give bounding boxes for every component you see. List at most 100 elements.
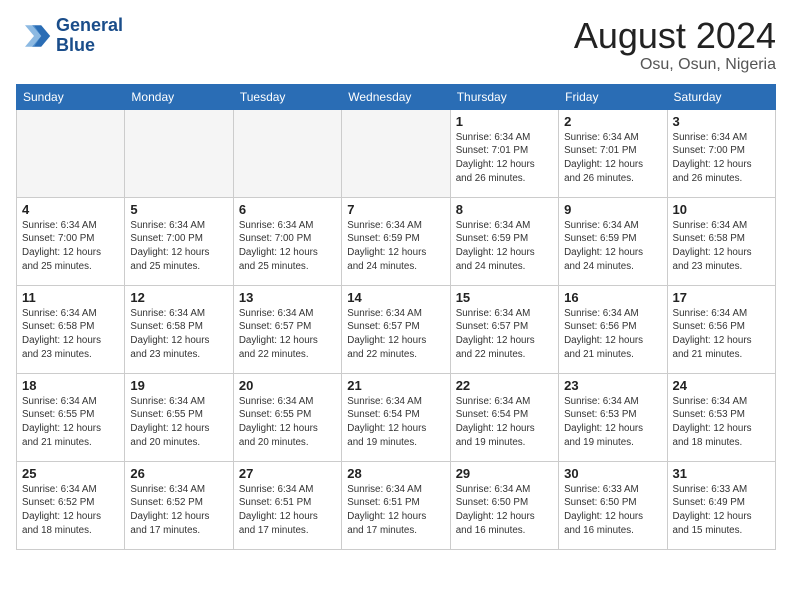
day-info: Sunrise: 6:34 AM Sunset: 6:54 PM Dayligh… [456, 395, 553, 450]
day-number: 7 [347, 202, 444, 217]
day-info: Sunrise: 6:34 AM Sunset: 6:54 PM Dayligh… [347, 395, 444, 450]
day-number: 23 [564, 378, 661, 393]
day-info: Sunrise: 6:34 AM Sunset: 7:00 PM Dayligh… [673, 131, 770, 186]
calendar-cell: 29Sunrise: 6:34 AM Sunset: 6:50 PM Dayli… [450, 461, 558, 549]
day-number: 30 [564, 466, 661, 481]
calendar-cell: 23Sunrise: 6:34 AM Sunset: 6:53 PM Dayli… [559, 373, 667, 461]
calendar-cell: 4Sunrise: 6:34 AM Sunset: 7:00 PM Daylig… [17, 197, 125, 285]
day-number: 24 [673, 378, 770, 393]
month-title: August 2024 [574, 16, 776, 56]
logo-text: General Blue [56, 16, 123, 56]
day-number: 4 [22, 202, 119, 217]
calendar-cell: 3 Sunrise: 6:34 AM Sunset: 7:00 PM Daylig… [667, 109, 775, 197]
day-number: 3 [673, 114, 770, 129]
week-row-2: 4 Sunrise: 6:34 AM Sunset: 7:00 PM Daylig… [17, 197, 776, 285]
week-row-5: 25 Sunrise: 6:34 AM Sunset: 6:52 PM Dayli… [17, 461, 776, 549]
calendar-cell: 17 Sunrise: 6:34 AM Sunset: 6:56 PM Dayli… [667, 285, 775, 373]
day-number: 1 [456, 114, 553, 129]
logo: General Blue [16, 16, 123, 56]
day-info: Sunrise: 6:34 AM Sunset: 6:56 PM Dayligh… [673, 307, 770, 362]
day-number: 29 [456, 466, 553, 481]
calendar-cell: 27 Sunrise: 6:34 AM Sunset: 6:51 PM Dayli… [233, 461, 341, 549]
calendar-cell: 16 Sunrise: 6:34 AM Sunset: 6:56 PM Dayli… [559, 285, 667, 373]
calendar-cell: 21 Sunrise: 6:34 AM Sunset: 6:54 PM Dayli… [342, 373, 450, 461]
calendar-cell: 26Sunrise: 6:34 AM Sunset: 6:52 PM Dayli… [125, 461, 233, 549]
title-block: August 2024 Osu, Osun, Nigeria [574, 16, 776, 74]
calendar-cell [342, 109, 450, 197]
calendar-table: SundayMondayTuesdayWednesdayThursdayFrid… [16, 84, 776, 550]
calendar-cell: 6 Sunrise: 6:34 AM Sunset: 7:00 PM Daylig… [233, 197, 341, 285]
day-number: 12 [130, 290, 227, 305]
col-header-monday: Monday [125, 84, 233, 109]
calendar-cell: 25 Sunrise: 6:34 AM Sunset: 6:52 PM Dayli… [17, 461, 125, 549]
calendar-cell: 14Sunrise: 6:34 AM Sunset: 6:57 PM Dayli… [342, 285, 450, 373]
day-number: 13 [239, 290, 336, 305]
day-number: 31 [673, 466, 770, 481]
day-number: 16 [564, 290, 661, 305]
day-number: 8 [456, 202, 553, 217]
calendar-cell [17, 109, 125, 197]
calendar-cell: 10Sunrise: 6:34 AM Sunset: 6:58 PM Dayli… [667, 197, 775, 285]
day-info: Sunrise: 6:34 AM Sunset: 7:01 PM Dayligh… [456, 131, 553, 186]
day-info: Sunrise: 6:34 AM Sunset: 7:01 PM Dayligh… [564, 131, 661, 186]
day-info: Sunrise: 6:34 AM Sunset: 6:59 PM Dayligh… [564, 219, 661, 274]
day-number: 22 [456, 378, 553, 393]
calendar-cell: 31Sunrise: 6:33 AM Sunset: 6:49 PM Dayli… [667, 461, 775, 549]
day-number: 21 [347, 378, 444, 393]
day-number: 5 [130, 202, 227, 217]
day-info: Sunrise: 6:34 AM Sunset: 6:53 PM Dayligh… [673, 395, 770, 450]
day-number: 14 [347, 290, 444, 305]
col-header-wednesday: Wednesday [342, 84, 450, 109]
calendar-cell: 28Sunrise: 6:34 AM Sunset: 6:51 PM Dayli… [342, 461, 450, 549]
day-number: 17 [673, 290, 770, 305]
calendar-cell: 15 Sunrise: 6:34 AM Sunset: 6:57 PM Dayli… [450, 285, 558, 373]
day-number: 20 [239, 378, 336, 393]
day-info: Sunrise: 6:34 AM Sunset: 6:58 PM Dayligh… [22, 307, 119, 362]
day-info: Sunrise: 6:33 AM Sunset: 6:50 PM Dayligh… [564, 483, 661, 538]
day-number: 2 [564, 114, 661, 129]
day-number: 6 [239, 202, 336, 217]
calendar-cell [233, 109, 341, 197]
day-number: 27 [239, 466, 336, 481]
calendar-cell: 9 Sunrise: 6:34 AM Sunset: 6:59 PM Daylig… [559, 197, 667, 285]
page-header: General Blue August 2024 Osu, Osun, Nige… [16, 16, 776, 74]
calendar-cell [125, 109, 233, 197]
calendar-cell: 30 Sunrise: 6:33 AM Sunset: 6:50 PM Dayli… [559, 461, 667, 549]
calendar-cell: 1 Sunrise: 6:34 AM Sunset: 7:01 PM Daylig… [450, 109, 558, 197]
week-row-1: 1 Sunrise: 6:34 AM Sunset: 7:01 PM Daylig… [17, 109, 776, 197]
calendar-cell: 22 Sunrise: 6:34 AM Sunset: 6:54 PM Dayli… [450, 373, 558, 461]
day-number: 15 [456, 290, 553, 305]
location: Osu, Osun, Nigeria [574, 56, 776, 74]
day-info: Sunrise: 6:34 AM Sunset: 6:52 PM Dayligh… [22, 483, 119, 538]
day-info: Sunrise: 6:34 AM Sunset: 6:51 PM Dayligh… [239, 483, 336, 538]
day-info: Sunrise: 6:34 AM Sunset: 6:55 PM Dayligh… [22, 395, 119, 450]
day-info: Sunrise: 6:34 AM Sunset: 6:56 PM Dayligh… [564, 307, 661, 362]
calendar-header-row: SundayMondayTuesdayWednesdayThursdayFrid… [17, 84, 776, 109]
day-number: 25 [22, 466, 119, 481]
day-info: Sunrise: 6:34 AM Sunset: 6:58 PM Dayligh… [130, 307, 227, 362]
col-header-thursday: Thursday [450, 84, 558, 109]
day-number: 18 [22, 378, 119, 393]
day-info: Sunrise: 6:34 AM Sunset: 6:52 PM Dayligh… [130, 483, 227, 538]
day-info: Sunrise: 6:34 AM Sunset: 6:57 PM Dayligh… [239, 307, 336, 362]
day-info: Sunrise: 6:34 AM Sunset: 6:59 PM Dayligh… [456, 219, 553, 274]
col-header-sunday: Sunday [17, 84, 125, 109]
calendar-cell: 11Sunrise: 6:34 AM Sunset: 6:58 PM Dayli… [17, 285, 125, 373]
calendar-cell: 2 Sunrise: 6:34 AM Sunset: 7:01 PM Daylig… [559, 109, 667, 197]
col-header-tuesday: Tuesday [233, 84, 341, 109]
day-number: 9 [564, 202, 661, 217]
day-info: Sunrise: 6:34 AM Sunset: 7:00 PM Dayligh… [130, 219, 227, 274]
calendar-cell: 20Sunrise: 6:34 AM Sunset: 6:55 PM Dayli… [233, 373, 341, 461]
calendar-cell: 18 Sunrise: 6:34 AM Sunset: 6:55 PM Dayli… [17, 373, 125, 461]
day-number: 19 [130, 378, 227, 393]
calendar-cell: 12 Sunrise: 6:34 AM Sunset: 6:58 PM Dayli… [125, 285, 233, 373]
col-header-friday: Friday [559, 84, 667, 109]
day-info: Sunrise: 6:34 AM Sunset: 6:59 PM Dayligh… [347, 219, 444, 274]
week-row-3: 11Sunrise: 6:34 AM Sunset: 6:58 PM Dayli… [17, 285, 776, 373]
day-info: Sunrise: 6:34 AM Sunset: 7:00 PM Dayligh… [239, 219, 336, 274]
week-row-4: 18 Sunrise: 6:34 AM Sunset: 6:55 PM Dayli… [17, 373, 776, 461]
day-number: 10 [673, 202, 770, 217]
day-info: Sunrise: 6:34 AM Sunset: 6:57 PM Dayligh… [456, 307, 553, 362]
day-number: 28 [347, 466, 444, 481]
calendar-cell: 24 Sunrise: 6:34 AM Sunset: 6:53 PM Dayli… [667, 373, 775, 461]
